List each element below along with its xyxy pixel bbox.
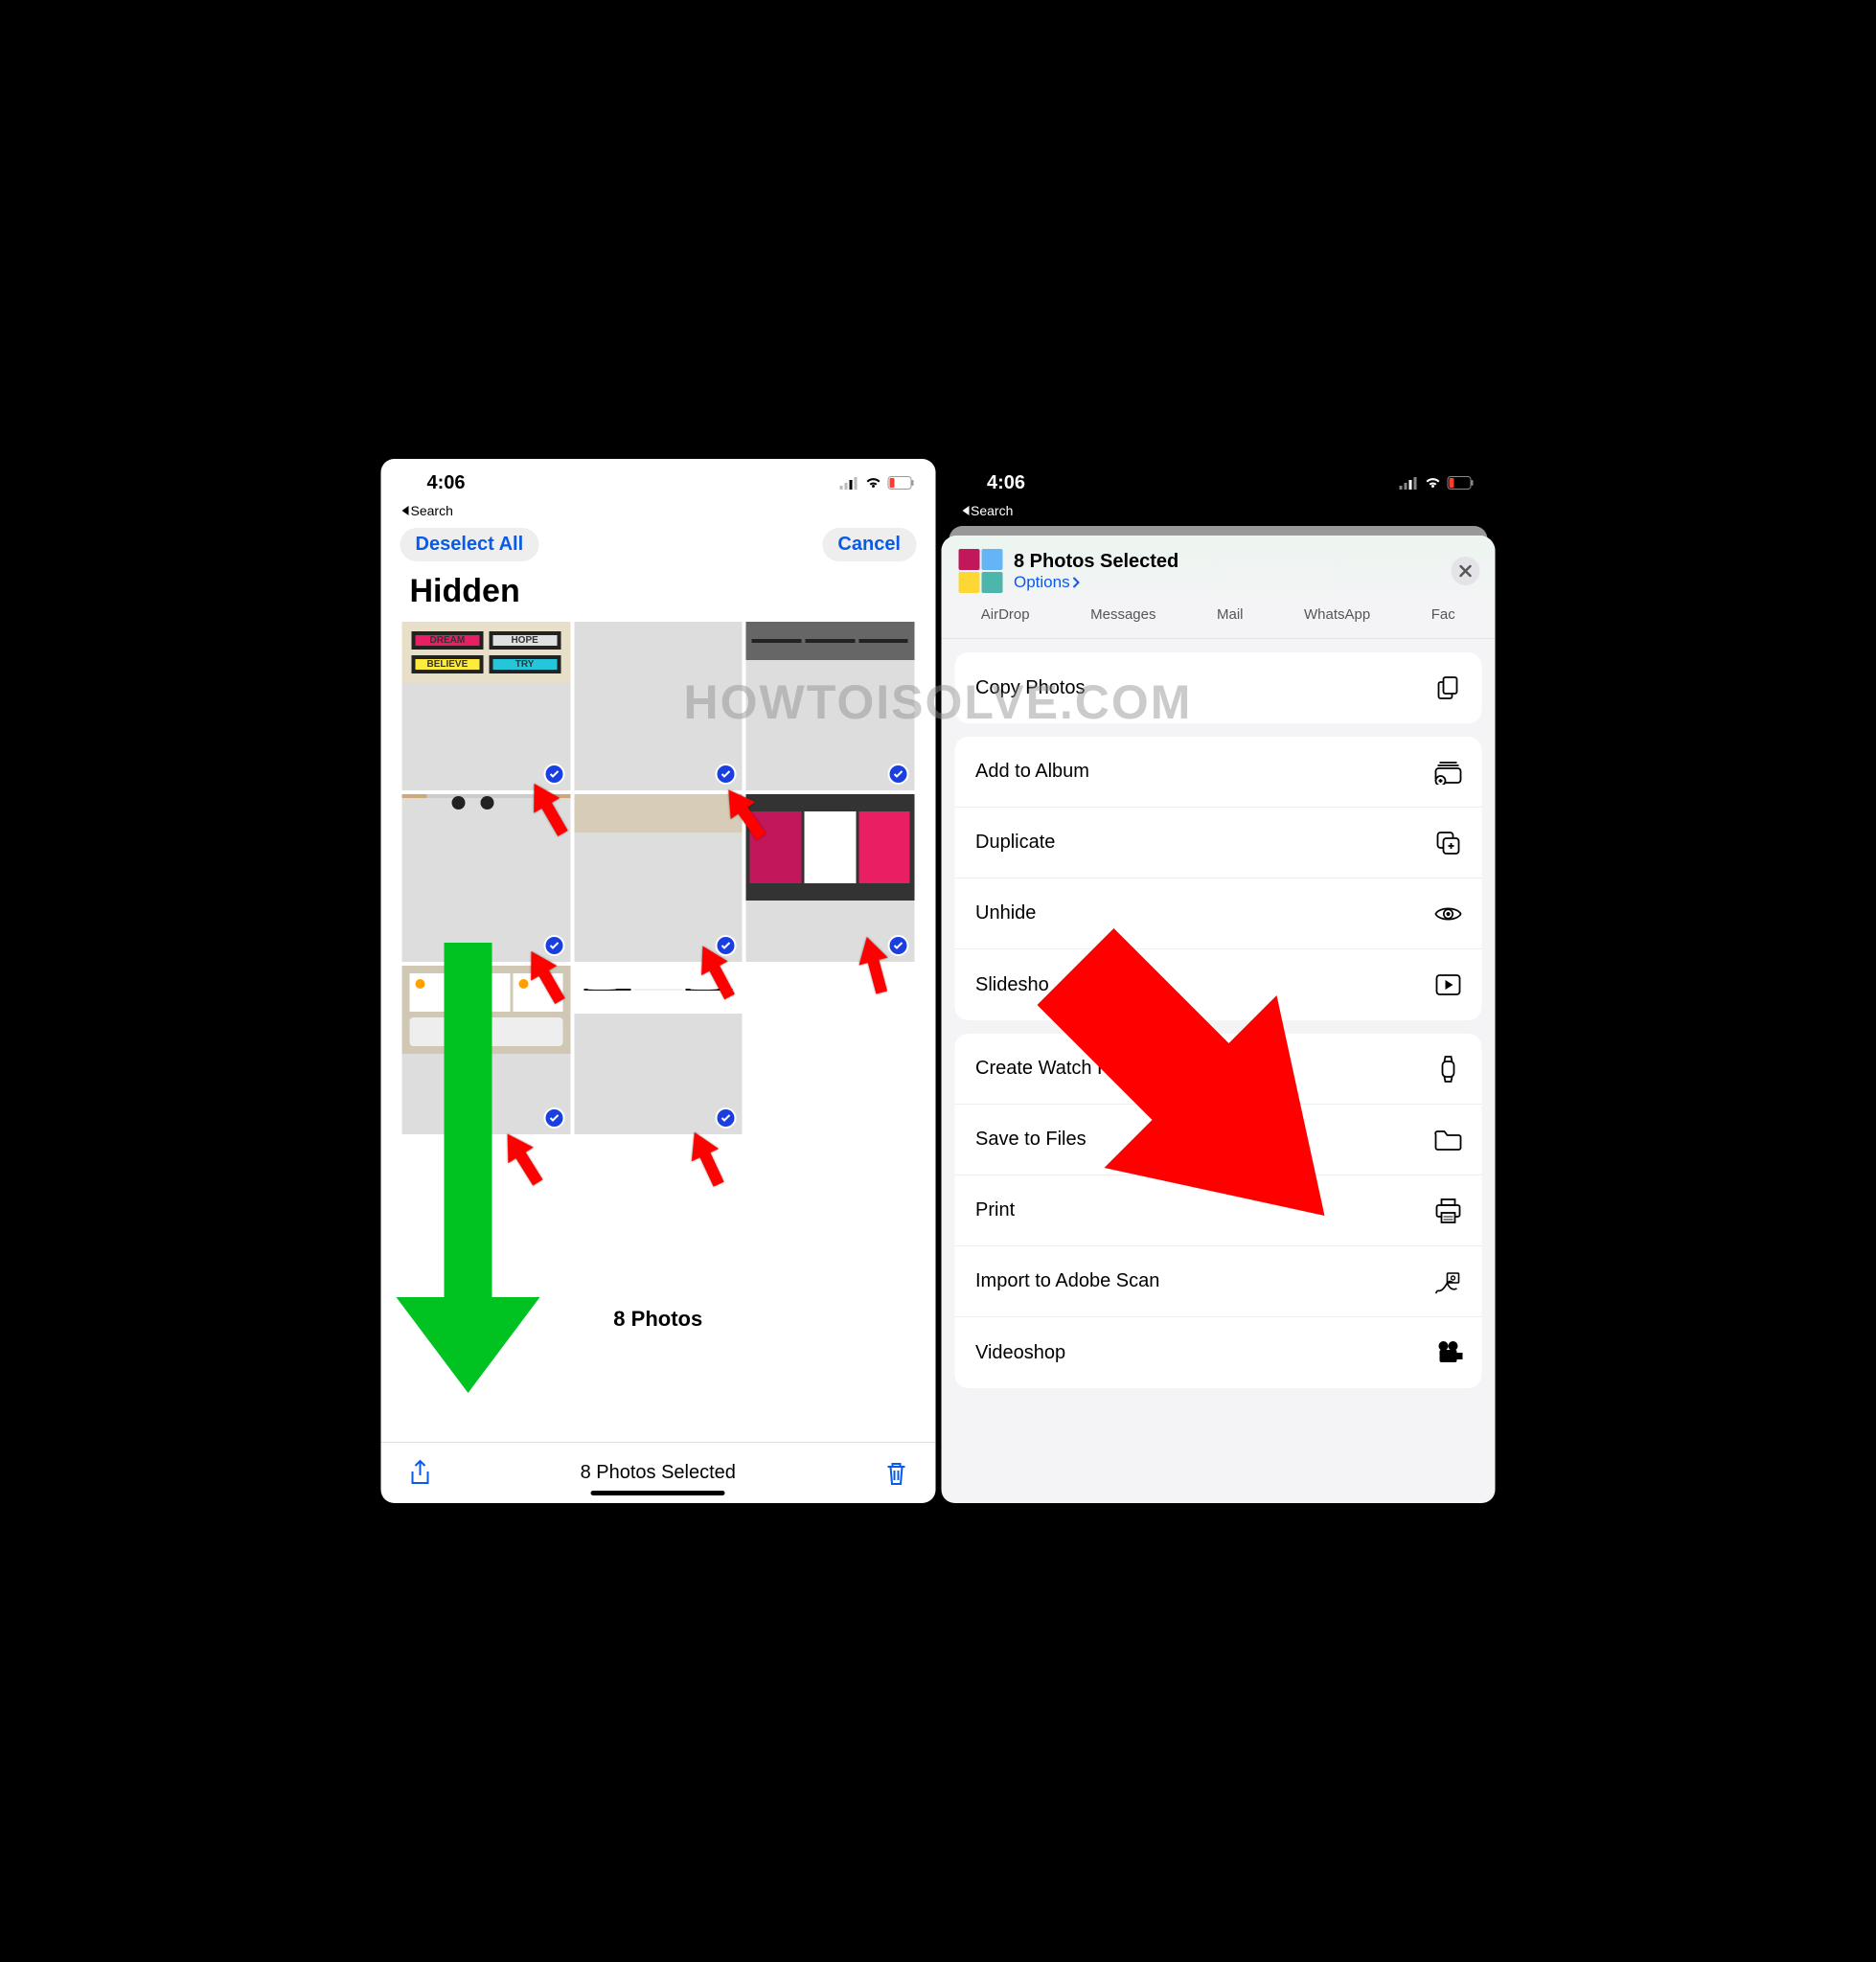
album-icon	[1434, 758, 1463, 787]
sheet-thumbnails-icon	[958, 549, 1002, 593]
folder-icon	[1434, 1126, 1463, 1154]
status-time: 4:06	[427, 472, 466, 494]
selected-checkmark-icon	[543, 935, 564, 956]
status-bar: 4:06	[381, 459, 936, 507]
selected-checkmark-icon	[716, 935, 737, 956]
photo-thumb[interactable]	[574, 622, 743, 790]
photo-thumb[interactable]	[402, 966, 571, 1134]
photo-thumb[interactable]	[574, 794, 743, 963]
deselect-all-button[interactable]: Deselect All	[400, 528, 539, 561]
share-app[interactable]: Messages	[1090, 606, 1155, 623]
trash-button[interactable]	[883, 1459, 908, 1488]
action-label: Import to Adobe Scan	[975, 1270, 1159, 1292]
action-label: Duplicate	[975, 832, 1055, 854]
selected-count-label: 8 Photos Selected	[581, 1462, 736, 1484]
copy-icon	[1434, 673, 1463, 702]
close-icon	[1459, 564, 1473, 578]
share-app-row: AirDrop Messages Mail WhatsApp Fac	[941, 601, 1496, 639]
photo-thumb[interactable]	[402, 794, 571, 963]
action-save-to-files[interactable]: Save to Files	[954, 1105, 1482, 1175]
back-triangle-icon	[402, 506, 409, 515]
share-app[interactable]: AirDrop	[981, 606, 1030, 623]
action-videoshop[interactable]: Videoshop	[954, 1317, 1482, 1388]
options-button[interactable]: Options	[1014, 573, 1178, 592]
action-label: Copy Photos	[975, 677, 1086, 699]
action-label: Slidesho	[975, 974, 1049, 996]
photo-count-label: 8 Photos	[381, 1307, 936, 1332]
selected-checkmark-icon	[716, 1107, 737, 1129]
signal-icon	[839, 476, 858, 490]
action-unhide[interactable]: Unhide	[954, 878, 1482, 949]
action-import-to-adobe-scan[interactable]: Import to Adobe Scan	[954, 1246, 1482, 1317]
photo-grid: DREAMHOPEBELIEVETRY	[381, 622, 936, 1134]
action-label: Add to Album	[975, 761, 1089, 783]
cancel-button[interactable]: Cancel	[822, 528, 916, 561]
action-label: Videoshop	[975, 1342, 1065, 1364]
chevron-right-icon	[1072, 577, 1080, 588]
photo-thumb[interactable]	[574, 966, 743, 1134]
action-label: Print	[975, 1199, 1015, 1221]
share-button[interactable]	[408, 1459, 433, 1488]
phone-left: 4:06 Search Deselect All Cancel Hidden D…	[381, 459, 936, 1503]
battery-icon	[1448, 476, 1475, 490]
share-app[interactable]: Fac	[1431, 606, 1455, 623]
action-slidesho[interactable]: Slidesho	[954, 949, 1482, 1020]
action-group: Copy Photos	[954, 652, 1482, 723]
wifi-icon	[864, 476, 881, 490]
selected-checkmark-icon	[543, 764, 564, 785]
status-time: 4:06	[987, 472, 1025, 494]
selected-checkmark-icon	[543, 1107, 564, 1129]
action-label: Create Watch Face	[975, 1058, 1140, 1080]
video-icon	[1434, 1338, 1463, 1367]
status-bar: 4:06	[941, 459, 1496, 507]
action-copy-photos[interactable]: Copy Photos	[954, 652, 1482, 723]
action-create-watch-face[interactable]: Create Watch Face	[954, 1034, 1482, 1105]
duplicate-icon	[1434, 829, 1463, 857]
selected-checkmark-icon	[716, 764, 737, 785]
print-icon	[1434, 1197, 1463, 1225]
phone-right: 4:06 Search 8 Photos Selected Options	[941, 459, 1496, 1503]
sheet-title: 8 Photos Selected	[1014, 551, 1178, 573]
action-add-to-album[interactable]: Add to Album	[954, 737, 1482, 808]
wifi-icon	[1425, 476, 1442, 490]
share-app[interactable]: WhatsApp	[1304, 606, 1370, 623]
action-label: Unhide	[975, 902, 1036, 924]
photo-thumb[interactable]	[746, 794, 915, 963]
action-group: Create Watch Face Save to Files Print Impor…	[954, 1034, 1482, 1388]
eye-icon	[1434, 900, 1463, 928]
home-indicator	[591, 1491, 725, 1495]
share-sheet: 8 Photos Selected Options AirDrop Messag…	[941, 536, 1496, 1503]
back-triangle-icon	[962, 506, 969, 515]
selected-checkmark-icon	[887, 764, 908, 785]
selected-checkmark-icon	[887, 935, 908, 956]
close-button[interactable]	[1452, 557, 1480, 585]
battery-icon	[887, 476, 914, 490]
action-label: Save to Files	[975, 1129, 1087, 1151]
status-icons	[839, 476, 914, 490]
action-group: Add to Album Duplicate Unhide Slidesho	[954, 737, 1482, 1020]
play-icon	[1434, 970, 1463, 999]
page-title: Hidden	[381, 571, 936, 622]
photo-thumb[interactable]	[746, 622, 915, 790]
photo-thumb[interactable]: DREAMHOPEBELIEVETRY	[402, 622, 571, 790]
signal-icon	[1400, 476, 1419, 490]
share-app[interactable]: Mail	[1217, 606, 1244, 623]
action-duplicate[interactable]: Duplicate	[954, 808, 1482, 878]
status-icons	[1400, 476, 1475, 490]
watch-icon	[1434, 1055, 1463, 1084]
adobe-icon	[1434, 1267, 1463, 1296]
action-print[interactable]: Print	[954, 1175, 1482, 1246]
